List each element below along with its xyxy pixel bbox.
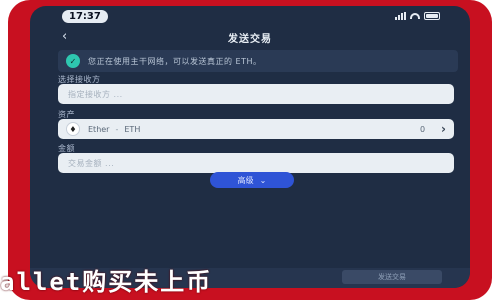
nav-bar: ‹ 发送交易	[30, 28, 470, 46]
advanced-label: 高级	[237, 175, 254, 185]
status-icons	[395, 12, 440, 20]
amount-placeholder: 交易金额 ...	[68, 158, 115, 168]
battery-icon	[424, 12, 440, 20]
status-time: 17:37	[62, 9, 108, 23]
asset-selector[interactable]: ♦ Ether - ETH 0 ›	[58, 119, 454, 139]
page-title: 发送交易	[228, 33, 272, 45]
check-icon: ✓	[66, 54, 80, 68]
recipient-input[interactable]: 指定接收方 ...	[58, 84, 454, 104]
asset-balance: 0	[419, 124, 426, 134]
notice-text: 您正在使用主干网络，可以发送真正的 ETH。	[88, 56, 262, 66]
status-bar: 17:37	[30, 6, 470, 26]
asset-name: Ether	[88, 124, 110, 134]
chevron-right-icon: ›	[441, 122, 446, 136]
watermark-banner: allet购买未上币	[0, 268, 213, 296]
wifi-icon	[410, 13, 420, 19]
asset-separator: -	[115, 124, 119, 134]
advanced-toggle[interactable]: 高级 ⌄	[210, 172, 294, 188]
app-screen: 17:37 ‹ 发送交易 ✓ 您正在使用主干网络，可以发送真正的 ETH。 选择…	[30, 6, 470, 288]
ether-icon: ♦	[66, 122, 80, 136]
asset-symbol: ETH	[124, 124, 141, 134]
network-notice: ✓ 您正在使用主干网络，可以发送真正的 ETH。	[58, 50, 458, 72]
signal-icon	[395, 12, 406, 20]
recipient-placeholder: 指定接收方 ...	[68, 89, 123, 99]
back-icon[interactable]: ‹	[62, 28, 67, 46]
chevron-down-icon: ⌄	[259, 175, 267, 185]
amount-input[interactable]: 交易金额 ...	[58, 153, 454, 173]
